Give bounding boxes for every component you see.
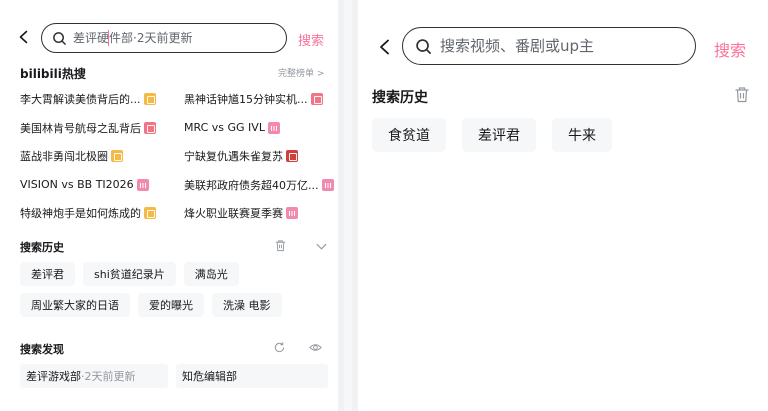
trash-icon[interactable] [274, 239, 287, 252]
history-chip[interactable]: shi贫道纪录片 [83, 262, 176, 286]
hot-search-item[interactable]: MRC vs GG IVL [184, 119, 332, 137]
back-arrow-icon[interactable] [16, 29, 32, 45]
discover-item-label: 知危编辑部 [182, 370, 237, 383]
hot-search-item[interactable]: 宁缺复仇遇朱雀复苏 [184, 147, 332, 165]
hot-search-label: VISION vs BB TI2026 [20, 178, 134, 191]
history-chip[interactable]: 洗澡 电影 [212, 293, 282, 317]
hot-search-label: 蓝战非勇闯北极圈 [20, 150, 108, 163]
discover-item[interactable]: 差评游戏部 ·2天前更新 [20, 364, 168, 388]
text-cursor [108, 30, 109, 46]
search-button[interactable]: 搜索 [298, 30, 324, 49]
history-chips: 食贫道 差评君 牛来 [372, 118, 628, 152]
left-search-panel: 搜索 bilibili热搜 完整榜单 > 李大霄解读美债背后的... 黑神话钟馗1… [0, 0, 344, 411]
history-chip[interactable]: 差评君 [20, 262, 75, 286]
discover-item[interactable]: 知危编辑部 [176, 364, 328, 388]
back-arrow-icon[interactable] [376, 38, 394, 56]
search-icon [53, 31, 66, 45]
hot-search-item[interactable]: 黑神话钟馗15分钟实机... [184, 90, 332, 108]
panel-divider [344, 0, 352, 411]
hot-search-label: MRC vs GG IVL [184, 121, 265, 134]
hot-search-item[interactable]: 李大霄解读美债背后的... [20, 90, 184, 108]
history-chip[interactable]: 食贫道 [372, 118, 446, 152]
trash-icon[interactable] [734, 86, 750, 103]
search-button[interactable]: 搜索 [714, 37, 746, 61]
hot-search-item[interactable]: 蓝战非勇闯北极圈 [20, 147, 184, 165]
history-chip[interactable]: 满岛光 [183, 262, 239, 286]
new-badge-icon [144, 207, 156, 219]
history-title: 搜索历史 [372, 90, 428, 106]
search-bar[interactable] [402, 27, 696, 65]
history-chip[interactable]: 爱的曝光 [138, 293, 204, 317]
hot-search-item[interactable]: VISION vs BB TI2026 [20, 176, 184, 194]
qi-badge-icon [286, 150, 298, 162]
history-row-2: 周业繁大家的日语 爱的曝光 洗澡 电影 [20, 293, 290, 317]
discover-item-sub: ·2天前更新 [81, 370, 136, 383]
search-input[interactable] [440, 37, 680, 55]
hot-search-item[interactable]: 美联邦政府债务超40万亿... [184, 176, 334, 194]
hot-badge-icon [144, 121, 156, 134]
hot-search-item[interactable]: 特级神炮手是如何炼成的 [20, 204, 184, 222]
history-row-1: 差评君 shi贫道纪录片 满岛光 [20, 262, 247, 286]
bar-badge-icon [267, 121, 280, 134]
history-chip[interactable]: 差评君 [462, 118, 536, 152]
hot-search-label: 烽火职业联赛夏季赛 [184, 207, 283, 220]
hot-search-list: 李大霄解读美债背后的... 黑神话钟馗15分钟实机... 美国林肯号航母之乱背后 MR… [20, 90, 334, 222]
full-ranking-link[interactable]: 完整榜单 > [278, 66, 324, 79]
hot-badge-icon [310, 93, 323, 105]
chevron-down-icon[interactable] [315, 240, 328, 253]
hot-search-label: 宁缺复仇遇朱雀复苏 [184, 150, 283, 163]
right-search-panel: 搜索 搜索历史 食贫道差评君牛来 [352, 0, 768, 411]
refresh-icon[interactable] [273, 341, 286, 354]
bar-badge-icon [286, 207, 298, 219]
new-badge-icon [143, 93, 156, 105]
history-title: 搜索历史 [20, 241, 64, 254]
new-badge-icon [111, 150, 123, 162]
bar-badge-icon [321, 178, 334, 191]
hot-search-item[interactable]: 烽火职业联赛夏季赛 [184, 204, 332, 222]
hot-search-label: 特级神炮手是如何炼成的 [20, 207, 141, 220]
hot-search-title: bilibili热搜 [20, 67, 86, 81]
history-chip[interactable]: 牛来 [552, 118, 612, 152]
history-chip[interactable]: 周业繁大家的日语 [20, 293, 130, 317]
hot-search-label: 黑神话钟馗15分钟实机... [184, 93, 308, 106]
search-bar[interactable] [41, 23, 287, 53]
bar-badge-icon [136, 178, 149, 191]
search-input[interactable] [73, 31, 273, 45]
hot-search-item[interactable]: 美国林肯号航母之乱背后 [20, 119, 184, 137]
hot-search-label: 李大霄解读美债背后的... [20, 93, 141, 106]
search-icon [416, 38, 431, 54]
hot-search-label: 美联邦政府债务超40万亿... [184, 178, 319, 192]
eye-icon[interactable] [309, 341, 322, 354]
discover-title: 搜索发现 [20, 343, 64, 356]
hot-search-label: 美国林肯号航母之乱背后 [20, 121, 141, 135]
discover-item-label: 差评游戏部 [26, 370, 81, 383]
